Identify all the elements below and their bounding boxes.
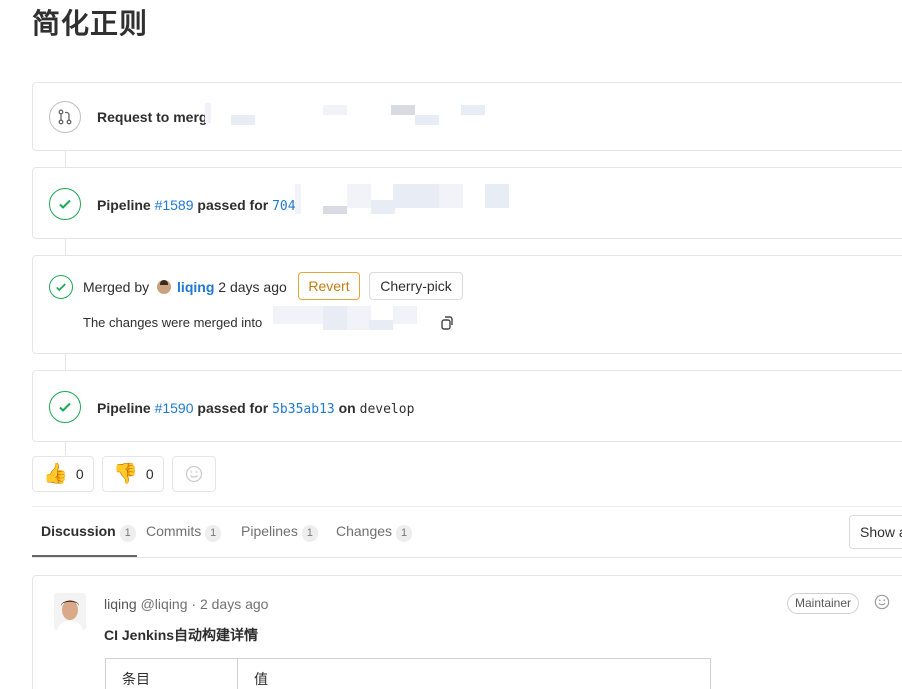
merged-by-text: Merged by liqing 2 days ago bbox=[83, 279, 287, 295]
tab-label: Commits bbox=[146, 523, 202, 539]
active-tab-indicator bbox=[32, 555, 137, 557]
tab-discussion[interactable]: Discussion 1 bbox=[41, 523, 136, 542]
merged-detail-text: The changes were merged into bbox=[83, 315, 263, 330]
tab-commits[interactable]: Commits 1 bbox=[146, 523, 222, 542]
avatar[interactable] bbox=[54, 593, 86, 630]
thumbs-up-count: 0 bbox=[75, 466, 84, 482]
tab-changes[interactable]: Changes 1 bbox=[336, 523, 413, 542]
avatar[interactable] bbox=[157, 280, 172, 294]
add-reaction-button[interactable] bbox=[172, 456, 216, 492]
redacted-block bbox=[393, 184, 441, 208]
request-to-merge-text: Request to merg bbox=[97, 109, 208, 125]
redacted-block bbox=[461, 105, 485, 115]
copy-icon[interactable] bbox=[441, 316, 455, 330]
redacted-block bbox=[323, 306, 347, 330]
table-row: 条目 值 bbox=[105, 658, 711, 689]
tab-count-badge: 1 bbox=[301, 525, 318, 542]
tab-count-badge: 1 bbox=[119, 525, 136, 542]
merged-widget: Merged by liqing 2 days ago Revert Cherr… bbox=[32, 255, 902, 354]
redacted-block bbox=[295, 184, 301, 214]
commit-sha-link[interactable]: 704 bbox=[272, 199, 295, 214]
thumbs-down-button[interactable]: 👎 0 bbox=[102, 456, 164, 492]
redacted-block bbox=[205, 103, 211, 123]
check-circle-icon bbox=[49, 391, 81, 423]
maintainer-badge: Maintainer bbox=[787, 593, 860, 614]
tab-pipelines[interactable]: Pipelines 1 bbox=[241, 523, 318, 542]
pipeline-middle-text: passed for bbox=[197, 197, 269, 213]
tab-label: Pipelines bbox=[241, 523, 298, 539]
pipeline-widget-1: Pipeline #1589 passed for 704 bbox=[32, 167, 902, 239]
smiley-icon bbox=[185, 465, 203, 483]
pipeline-id-link[interactable]: #1589 bbox=[155, 197, 194, 213]
merge-request-tabs: Discussion 1 Commits 1 Pipelines 1 Changes 1 bbox=[32, 506, 902, 558]
redacted-block bbox=[323, 105, 347, 115]
redacted-block bbox=[347, 184, 371, 208]
check-circle-icon bbox=[49, 275, 73, 299]
tab-label: Discussion bbox=[41, 523, 116, 539]
show-all-activity-dropdown[interactable]: Show a bbox=[849, 515, 902, 549]
redacted-block bbox=[371, 200, 395, 214]
pipeline-prefix: Pipeline bbox=[97, 400, 151, 416]
check-circle-icon bbox=[49, 188, 81, 220]
note-time[interactable]: 2 days ago bbox=[200, 596, 269, 612]
redacted-block bbox=[393, 306, 417, 324]
note-author-link[interactable]: liqing bbox=[104, 596, 137, 612]
pipeline-widget-2: Pipeline #1590 passed for 5b35ab13 on de… bbox=[32, 370, 902, 442]
note-title: CI Jenkins自动构建详情 bbox=[104, 627, 259, 643]
note-author-handle[interactable]: @liqing bbox=[141, 596, 188, 612]
cherry-pick-button[interactable]: Cherry-pick bbox=[369, 272, 463, 300]
pipeline-status-text: Pipeline #1589 passed for 704 bbox=[97, 197, 296, 214]
redacted-block bbox=[439, 184, 463, 208]
table-header-cell: 条目 bbox=[105, 658, 238, 689]
smiley-icon[interactable] bbox=[874, 594, 890, 610]
tab-count-badge: 1 bbox=[396, 525, 413, 542]
redacted-block bbox=[415, 115, 439, 125]
table-header-cell: 值 bbox=[237, 658, 711, 689]
thumbs-up-button[interactable]: 👍 0 bbox=[32, 456, 94, 492]
page-title: 简化正则 bbox=[32, 7, 149, 40]
pipeline-on-text: on bbox=[338, 400, 356, 416]
branch-name[interactable]: develop bbox=[360, 402, 415, 417]
merged-by-user-link[interactable]: liqing bbox=[177, 279, 214, 295]
ci-info-table: 条目 值 bbox=[105, 658, 711, 689]
note-header: liqing @liqing · 2 days ago bbox=[104, 596, 268, 612]
redacted-block bbox=[231, 115, 255, 125]
discussion-note: liqing @liqing · 2 days ago Maintainer C… bbox=[32, 575, 902, 689]
thumbs-up-icon: 👍 bbox=[43, 463, 68, 485]
merged-by-prefix: Merged by bbox=[83, 279, 150, 295]
pipeline-prefix: Pipeline bbox=[97, 197, 151, 213]
pipeline-id-link[interactable]: #1590 bbox=[155, 400, 194, 416]
merge-request-icon bbox=[49, 101, 81, 133]
redacted-block bbox=[369, 320, 393, 330]
commit-sha-link[interactable]: 5b35ab13 bbox=[272, 402, 335, 417]
pipeline-middle-text: passed for bbox=[197, 400, 269, 416]
merge-request-widget: Request to merg bbox=[32, 82, 902, 151]
redacted-block bbox=[485, 184, 509, 208]
redacted-block bbox=[323, 206, 347, 214]
revert-button[interactable]: Revert bbox=[298, 272, 360, 300]
merged-time: 2 days ago bbox=[218, 279, 287, 295]
redacted-block bbox=[347, 306, 371, 330]
redacted-block bbox=[273, 306, 323, 324]
thumbs-down-count: 0 bbox=[145, 466, 154, 482]
pipeline-status-text: Pipeline #1590 passed for 5b35ab13 on de… bbox=[97, 400, 414, 417]
note-separator: · bbox=[191, 596, 197, 612]
tab-label: Changes bbox=[336, 523, 393, 539]
tab-count-badge: 1 bbox=[205, 525, 222, 542]
thumbs-down-icon: 👎 bbox=[113, 463, 138, 485]
redacted-block bbox=[391, 105, 415, 115]
